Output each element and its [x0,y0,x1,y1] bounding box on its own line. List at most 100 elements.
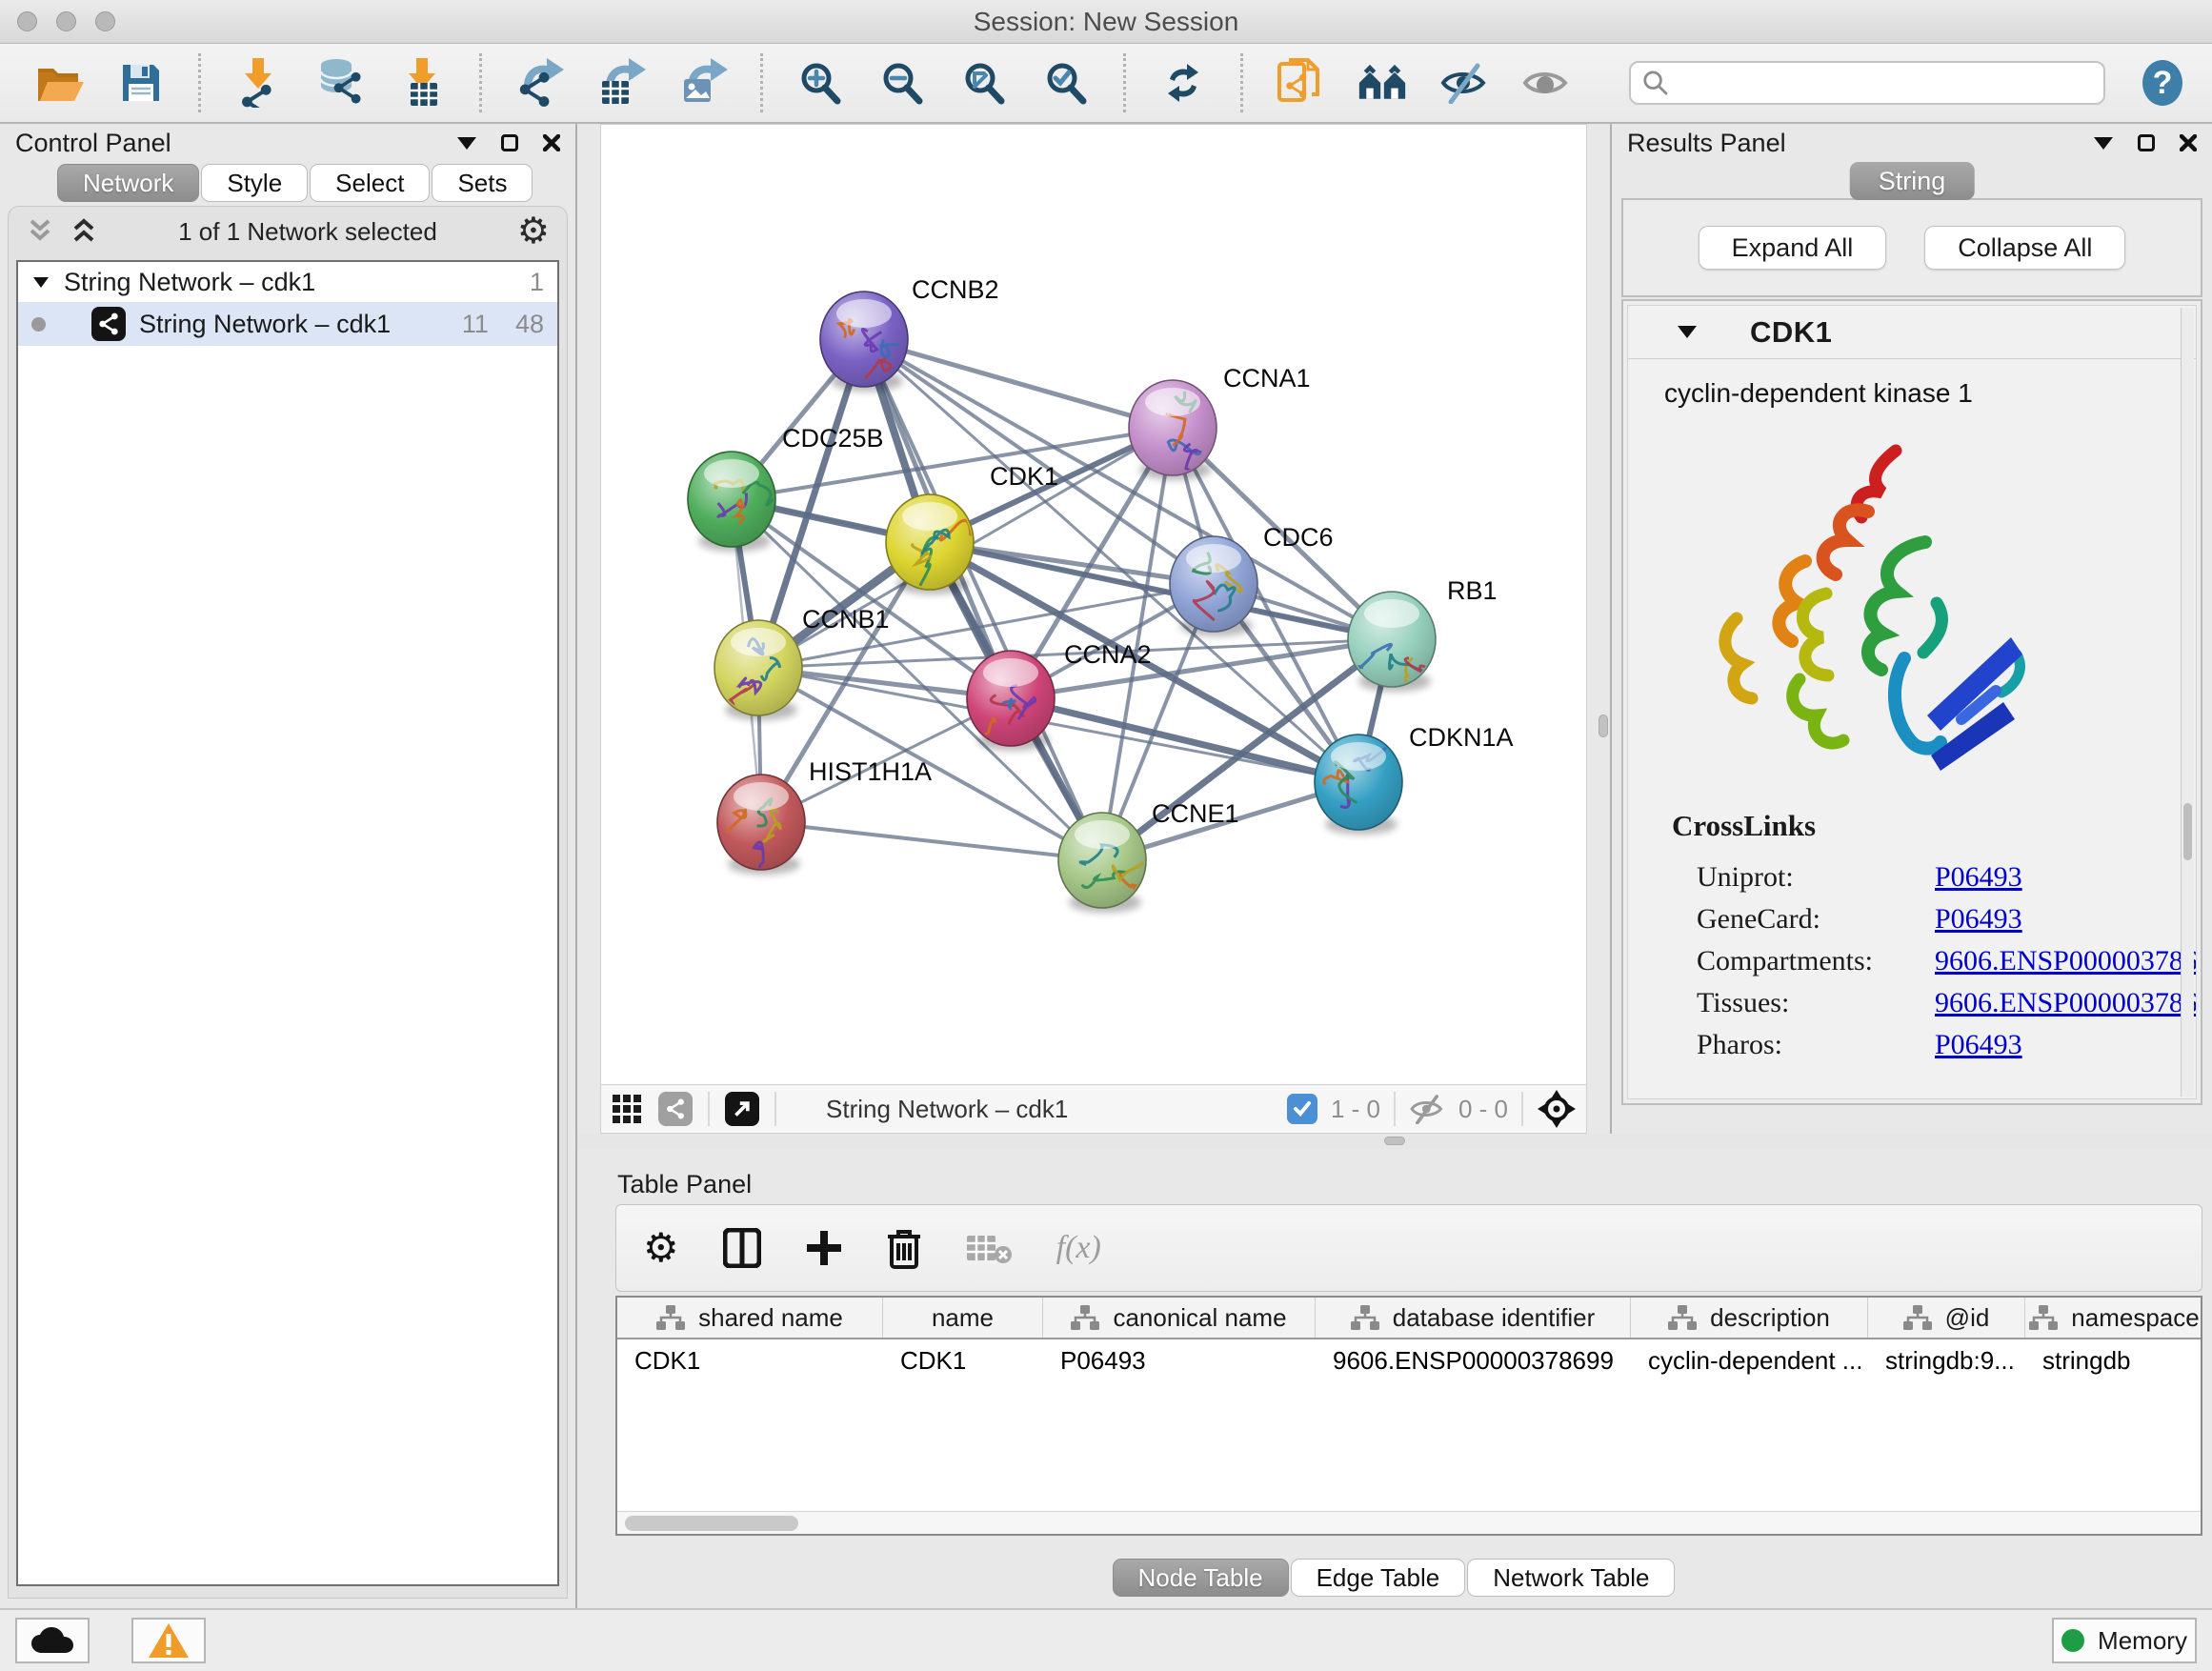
main-toolbar: ? [0,44,2212,124]
column-header-name[interactable]: name [883,1298,1043,1338]
expand-all-button[interactable]: Expand All [1699,226,1887,270]
cell-canonical-name[interactable]: P06493 [1043,1346,1316,1376]
zoom-selected-icon[interactable] [1041,58,1091,108]
search-box[interactable] [1629,61,2105,105]
crosslink-link[interactable]: P06493 [1935,861,2022,894]
node-CCNB1[interactable] [714,620,802,720]
refresh-icon[interactable] [1158,58,1208,108]
network-navbar: String Network – cdk1 1 - 0 [600,1084,1587,1134]
toolbar-separator [760,53,763,112]
tab-style[interactable]: Style [201,164,308,202]
cell-namespace[interactable]: stringdb [2025,1346,2202,1376]
selected-checkbox-icon[interactable] [1287,1094,1317,1124]
grid-view-icon[interactable] [611,1093,643,1125]
column-header-shared-name[interactable]: shared name [617,1298,883,1338]
tab-edge-table[interactable]: Edge Table [1291,1559,1466,1597]
panel-close-icon[interactable] [543,134,560,151]
warnings-button[interactable] [131,1618,206,1663]
node-RB1[interactable] [1348,592,1438,692]
title-bar: Session: New Session [0,0,2212,44]
zoom-fit-icon[interactable] [959,58,1009,108]
column-header-database-identifier[interactable]: database identifier [1316,1298,1631,1338]
table-options-gear-icon[interactable]: ⚙ [643,1228,679,1268]
network-row-selected[interactable]: String Network – cdk1 11 48 [18,302,557,346]
node-CDC25B[interactable] [688,452,775,552]
import-network-database-icon[interactable] [315,58,365,108]
column-header-namespace[interactable]: namespace [2025,1298,2202,1338]
crosslink-link[interactable]: 9606.ENSP00000378699 [1935,987,2197,1019]
section-collapse-icon[interactable] [1678,326,1697,338]
zoom-out-icon[interactable] [877,58,927,108]
collection-expand-icon[interactable] [31,274,50,290]
node-CDK1[interactable] [886,494,975,594]
node-CDKN1A[interactable] [1315,735,1402,835]
cell-name[interactable]: CDK1 [883,1346,1043,1376]
open-session-icon[interactable] [34,58,84,108]
open-in-browser-icon[interactable] [725,1092,759,1126]
edge-CCNB2-CCNA1[interactable] [864,339,1173,428]
create-column-icon[interactable] [805,1229,843,1267]
horizontal-splitter[interactable] [577,1134,2212,1149]
tab-select[interactable]: Select [310,164,430,202]
network-label: String Network – cdk1 [139,310,391,339]
network-options-gear-icon[interactable]: ⚙ [517,213,550,250]
edge-CCNB2-RB1[interactable] [864,339,1392,639]
panel-menu-icon[interactable] [457,137,476,150]
crosslink-link[interactable]: P06493 [1935,903,2022,936]
expand-all-networks-icon[interactable] [70,217,98,246]
cell-database-identifier[interactable]: 9606.ENSP00000378699 [1316,1346,1631,1376]
panel-close-icon[interactable] [2180,134,2197,151]
cell-description[interactable]: cyclin-dependent ... [1631,1346,1868,1376]
vertical-splitter-handle[interactable] [1599,715,1608,737]
column-header-description[interactable]: description [1631,1298,1868,1338]
crosslink-link[interactable]: 9606.ENSP00000378699 [1935,945,2197,977]
node-section-header[interactable]: CDK1 [1628,306,2196,359]
network-collection-row[interactable]: String Network – cdk1 1 [18,262,557,302]
tab-network[interactable]: Network [57,164,199,202]
import-network-icon[interactable] [233,58,283,108]
node-CDC6[interactable] [1170,536,1257,636]
panel-float-icon[interactable] [2138,134,2155,151]
node-HIST1H1A[interactable] [717,775,805,875]
table-horizontal-scrollbar[interactable] [617,1511,2201,1534]
network-canvas[interactable]: CCNB2CCNA1CDC25BCDK1CDC6RB1CCNB1CCNA2CDK… [600,124,1587,1084]
tab-sets[interactable]: Sets [432,164,533,202]
tab-string[interactable]: String [1850,162,1975,200]
string-tab-icon[interactable] [658,1092,693,1126]
memory-button[interactable]: Memory [2052,1618,2197,1663]
edge-HIST1H1A-CCNE1[interactable] [761,822,1102,860]
warning-icon [148,1622,190,1659]
help-icon[interactable]: ? [2138,58,2187,108]
collapse-all-networks-icon[interactable] [26,217,54,246]
save-session-icon[interactable] [116,58,166,108]
automation-cloud-button[interactable] [15,1618,90,1663]
node-CCNA1[interactable] [1129,380,1217,480]
search-input[interactable] [1677,69,2092,98]
import-table-icon[interactable] [397,58,447,108]
first-neighbors-icon[interactable] [1357,58,1407,108]
cell--id[interactable]: stringdb:9... [1868,1346,2025,1376]
birdseye-crosshair-icon[interactable] [1537,1089,1577,1129]
column-header--id[interactable]: @id [1868,1298,2025,1338]
hide-selected-eye-icon[interactable] [1439,58,1489,108]
panel-float-icon[interactable] [501,134,518,151]
function-builder-icon: f(x) [1056,1230,1101,1266]
column-header-canonical-name[interactable]: canonical name [1043,1298,1316,1338]
collapse-all-button[interactable]: Collapse All [1924,226,2125,270]
node-table[interactable]: shared namenamecanonical namedatabase id… [615,1296,2202,1536]
show-columns-icon[interactable] [723,1228,761,1268]
table-row[interactable]: CDK1CDK1P064939606.ENSP00000378699cyclin… [617,1339,2201,1381]
panel-menu-icon[interactable] [2094,137,2113,150]
results-scrollbar[interactable] [2181,308,2194,1097]
export-image-icon[interactable] [678,58,728,108]
crosslink-link[interactable]: P06493 [1935,1029,2022,1061]
export-network-icon[interactable] [514,58,564,108]
copy-network-share-icon[interactable] [1276,58,1325,108]
zoom-in-icon[interactable] [795,58,845,108]
node-CCNE1[interactable] [1058,813,1152,913]
cell-shared-name[interactable]: CDK1 [617,1346,883,1376]
tab-network-table[interactable]: Network Table [1467,1559,1675,1597]
tab-node-table[interactable]: Node Table [1113,1559,1289,1597]
export-table-icon[interactable] [596,58,646,108]
delete-column-icon[interactable] [887,1227,921,1269]
